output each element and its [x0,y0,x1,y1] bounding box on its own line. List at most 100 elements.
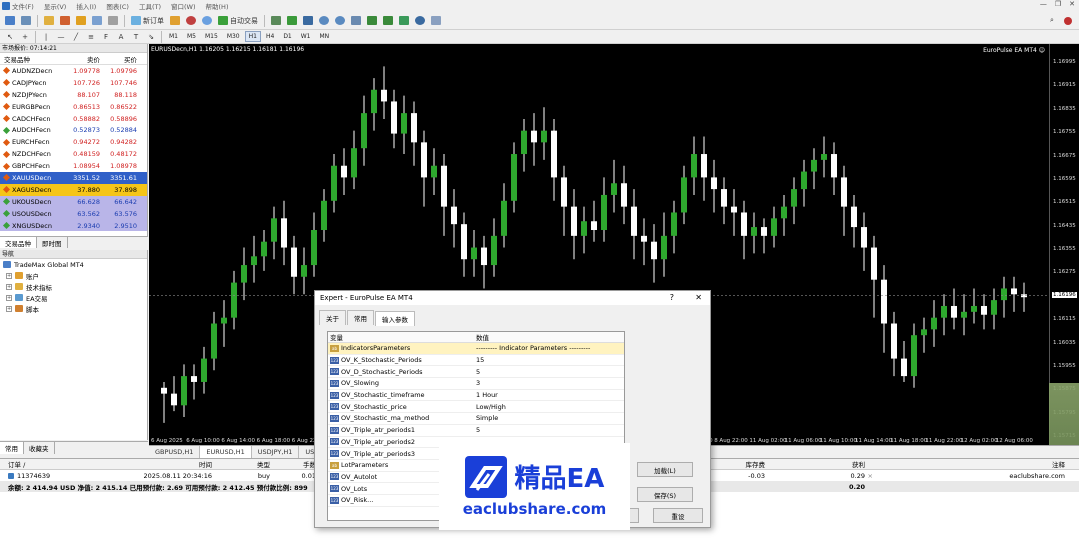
tf-h1[interactable]: H1 [244,31,261,42]
periods-icon[interactable] [413,14,427,28]
menu-help[interactable]: 帮助(H) [206,1,229,11]
nav-root[interactable]: TradeMax Global MT4 [0,259,147,270]
close-order-icon[interactable]: × [865,472,873,480]
chart-shift-icon[interactable] [381,14,395,28]
save-button[interactable]: 保存(S) [637,487,693,502]
input-param-row[interactable]: ab IndicatorsParameters --------- Indicato… [328,343,624,355]
chart-tab-eurusd[interactable]: EURUSD,H1 [200,446,252,458]
tab-about[interactable]: 关于 [319,310,346,325]
market-watch-row[interactable]: AUDNZDecn 1.09778 1.09796 [0,65,147,77]
market-watch-row[interactable]: NZDJPYecn 88.107 88.118 [0,88,147,101]
fibonacci-icon[interactable]: F [99,30,113,44]
market-watch-row[interactable]: XAGUSDecn 37.880 37.898 [0,183,147,196]
tab-general[interactable]: 常用 [347,310,374,325]
candlestick-icon[interactable] [285,14,299,28]
market-watch-row[interactable]: EURCHFecn 0.94272 0.94282 [0,136,147,149]
new-chart-icon[interactable] [3,14,17,28]
restore-button[interactable]: ❐ [1055,0,1061,8]
tab-inputs[interactable]: 输入参数 [375,311,415,326]
metaeditor-icon[interactable] [168,14,182,28]
bar-chart-icon[interactable] [269,14,283,28]
col-profit[interactable]: 获利 [765,459,865,469]
param-value[interactable]: Simple [473,414,624,422]
market-watch-row[interactable]: UKOUSDecn 66.628 66.642 [0,195,147,208]
nav-accounts[interactable]: + 账户 [0,270,147,281]
input-param-row[interactable]: 123 OV_Slowing 3 [328,378,624,390]
tester-icon[interactable] [106,14,120,28]
channel-icon[interactable]: ≡ [84,30,98,44]
autoscroll-icon[interactable] [365,14,379,28]
zoom-out-icon[interactable] [333,14,347,28]
community-icon[interactable] [1061,14,1075,28]
chart-tab-gbpusd[interactable]: GBPUSD,H1 [149,446,201,458]
col-time[interactable]: 时间 [140,459,212,469]
tab-symbols[interactable]: 交易品种 [0,237,37,248]
navigator-icon[interactable] [74,14,88,28]
menu-tools[interactable]: 工具(T) [139,1,161,11]
terminal-icon[interactable] [90,14,104,28]
market-watch-row[interactable]: XNGUSDecn 2.9340 2.9510 [0,219,147,232]
expand-icon[interactable]: + [6,272,12,279]
close-window-button[interactable]: ✕ [1069,0,1075,8]
menu-chart[interactable]: 图表(C) [106,1,129,11]
templates-icon[interactable] [429,14,443,28]
market-watch-icon[interactable] [42,14,56,28]
menu-file[interactable]: 文件(F) [12,1,34,11]
input-param-row[interactable]: 123 OV_Stochastic_ma_method Simple [328,413,624,425]
input-param-row[interactable]: 123 OV_K_Stochastic_Periods 15 [328,355,624,367]
nav-indicators[interactable]: + 技术指标 [0,281,147,292]
arrows-icon[interactable]: ⇘ [144,30,158,44]
col-type[interactable]: 类型 [212,459,270,469]
profiles-icon[interactable] [19,14,33,28]
expand-icon[interactable]: + [6,294,12,301]
tf-d1[interactable]: D1 [279,31,295,42]
market-watch-row[interactable]: XAUUSDecn 3351.52 3351.61 [0,172,147,184]
input-param-row[interactable]: 123 OV_Stochastic_timeframe 1 Hour [328,390,624,402]
market-watch-row[interactable]: EURGBPecn 0.86513 0.86522 [0,100,147,113]
param-value[interactable]: 5 [473,426,624,434]
expand-icon[interactable]: + [6,283,12,290]
market-watch-row[interactable]: CADJPYecn 107.726 107.746 [0,76,147,89]
tab-tick-chart[interactable]: 即时图 [37,237,68,248]
vertical-line-icon[interactable]: | [39,30,53,44]
chart-tab-usdjpy[interactable]: USDJPY,H1 [252,446,300,458]
param-value[interactable]: 1 Hour [473,391,624,399]
new-order-button[interactable]: 新订单 [129,14,166,28]
signals-icon[interactable] [184,14,198,28]
zoom-in-icon[interactable] [317,14,331,28]
col-value[interactable]: 数值 [473,332,624,342]
line-chart-icon[interactable] [301,14,315,28]
dialog-close-button[interactable]: ✕ [695,293,702,302]
nav-scripts[interactable]: + 脚本 [0,303,147,314]
menu-window[interactable]: 窗口(W) [171,1,196,11]
input-param-row[interactable]: 123 OV_Stochastic_price Low/High [328,401,624,414]
param-value[interactable]: Low/High [473,403,624,411]
reset-button[interactable]: 重设 [653,508,703,523]
market-watch-row[interactable]: USOUSDecn 63.562 63.576 [0,207,147,220]
col-symbol[interactable]: 交易品种 [0,54,66,64]
market-watch-row[interactable]: NZDCHFecn 0.48159 0.48172 [0,148,147,161]
menu-insert[interactable]: 插入(I) [76,1,96,11]
tf-h4[interactable]: H4 [262,31,278,42]
data-window-icon[interactable] [58,14,72,28]
market-watch-row[interactable]: CADCHFecn 0.58882 0.58896 [0,112,147,125]
tf-m5[interactable]: M5 [183,31,200,42]
expand-icon[interactable]: + [6,305,12,312]
tf-w1[interactable]: W1 [297,31,315,42]
col-variable[interactable]: 变量 [328,332,473,342]
auto-trading-button[interactable]: 自动交易 [216,14,260,28]
trendline-icon[interactable]: ╱ [69,30,83,44]
param-value[interactable]: 5 [473,368,624,376]
param-value[interactable]: 15 [473,356,624,364]
tab-favorites[interactable]: 收藏夹 [24,442,55,454]
col-order[interactable]: 订单 / [0,459,140,469]
col-bid[interactable]: 卖价 [66,54,103,64]
tf-m15[interactable]: M15 [201,31,222,42]
col-ask[interactable]: 买价 [103,54,140,64]
minimize-button[interactable]: — [1040,0,1047,8]
input-param-row[interactable]: 123 OV_D_Stochastic_Periods 5 [328,366,624,379]
market-icon[interactable] [200,14,214,28]
search-icon[interactable]: ⌕ [1045,14,1059,28]
input-param-row[interactable]: 123 OV_Triple_atr_periods1 5 [328,425,624,437]
market-watch-row[interactable]: AUDCHFecn 0.52873 0.52884 [0,124,147,137]
